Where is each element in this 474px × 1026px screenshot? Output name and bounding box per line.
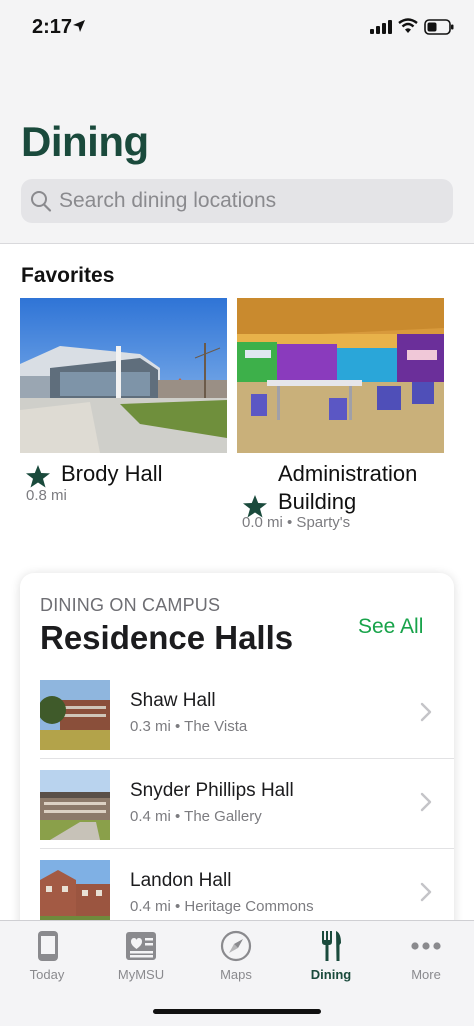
wifi-icon bbox=[398, 18, 418, 33]
fork-knife-icon bbox=[322, 931, 341, 961]
page-title: Dining bbox=[21, 118, 149, 165]
cellular-signal-icon bbox=[370, 20, 392, 34]
administration-building-photo bbox=[237, 298, 444, 453]
list-item-meta: 0.4 mi • The Gallery bbox=[130, 808, 262, 825]
tab-label: Maps bbox=[220, 967, 252, 982]
card-eyebrow: DINING ON CAMPUS bbox=[40, 595, 221, 615]
divider bbox=[40, 758, 454, 759]
chevron-right-icon bbox=[420, 792, 432, 812]
snyder-phillips-hall-thumbnail bbox=[40, 770, 110, 840]
favorite-card-administration-building[interactable]: Administration Building 0.0 mi • Sparty'… bbox=[237, 298, 444, 531]
list-item-name: Shaw Hall bbox=[130, 690, 216, 711]
list-item-meta: 0.4 mi • Heritage Commons bbox=[130, 898, 314, 915]
status-bar: 2:17 bbox=[0, 0, 474, 56]
list-item-shaw-hall[interactable]: Shaw Hall 0.3 mi • The Vista bbox=[20, 672, 454, 762]
phone-icon bbox=[38, 931, 58, 961]
list-item-name: Snyder Phillips Hall bbox=[130, 780, 294, 801]
tab-dining[interactable]: Dining bbox=[284, 921, 378, 991]
chevron-right-icon bbox=[420, 702, 432, 722]
tab-label: Dining bbox=[310, 967, 352, 982]
more-icon bbox=[411, 942, 441, 950]
tab-label: More bbox=[411, 967, 441, 982]
favorite-meta: 0.0 mi • Sparty's bbox=[242, 514, 351, 531]
tab-more[interactable]: More bbox=[379, 921, 473, 991]
compass-icon bbox=[220, 930, 252, 962]
tab-today[interactable]: Today bbox=[0, 921, 94, 991]
battery-icon bbox=[424, 19, 454, 35]
list-item-snyder-phillips-hall[interactable]: Snyder Phillips Hall 0.4 mi • The Galler… bbox=[20, 762, 454, 852]
favorite-name: Brody Hall bbox=[61, 461, 163, 486]
favorites-heading: Favorites bbox=[21, 264, 115, 287]
list-item-name: Landon Hall bbox=[130, 870, 232, 891]
list-item-meta: 0.3 mi • The Vista bbox=[130, 718, 248, 735]
tab-maps[interactable]: Maps bbox=[189, 921, 283, 991]
favorite-star-icon[interactable] bbox=[25, 464, 51, 489]
tab-mymsu[interactable]: MyMSU bbox=[94, 921, 188, 991]
divider bbox=[40, 848, 454, 849]
favorite-name: Administration Building bbox=[278, 461, 418, 514]
chevron-right-icon bbox=[420, 882, 432, 902]
tab-label: MyMSU bbox=[117, 967, 165, 982]
search-icon bbox=[31, 191, 52, 212]
status-time: 2:17 bbox=[32, 16, 73, 38]
home-indicator[interactable] bbox=[153, 1009, 321, 1014]
tab-label: Today bbox=[29, 967, 65, 982]
shaw-hall-thumbnail bbox=[40, 680, 110, 750]
card-title: Residence Halls bbox=[40, 619, 294, 656]
brody-hall-photo bbox=[20, 298, 227, 453]
favorite-meta: 0.8 mi bbox=[26, 487, 67, 504]
search-input[interactable] bbox=[59, 179, 439, 223]
news-icon bbox=[126, 932, 156, 960]
favorite-card-brody-hall[interactable]: Brody Hall 0.8 mi bbox=[20, 298, 227, 504]
location-arrow-icon bbox=[73, 20, 85, 32]
search-bar[interactable] bbox=[21, 179, 453, 223]
see-all-link[interactable]: See All bbox=[358, 615, 423, 639]
